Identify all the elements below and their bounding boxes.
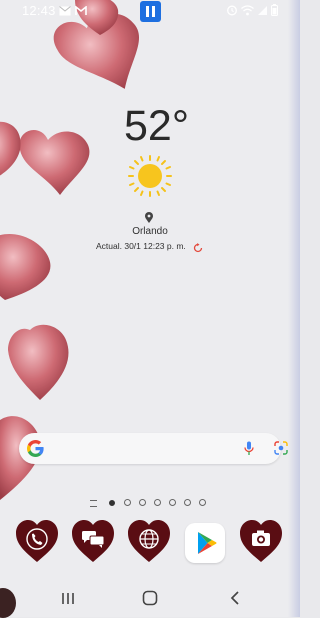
messages-icon[interactable] [72, 520, 114, 564]
page-list-icon[interactable] [90, 500, 97, 507]
google-lens-icon[interactable] [274, 441, 288, 460]
back-icon[interactable] [228, 590, 242, 611]
mail-icon [59, 4, 71, 19]
page-dot-active[interactable] [109, 500, 115, 506]
page-dot[interactable] [199, 499, 206, 506]
page-dot[interactable] [184, 499, 191, 506]
wifi-icon [241, 4, 254, 19]
battery-icon [271, 4, 278, 19]
app-dock [0, 520, 300, 570]
page-dot[interactable] [139, 499, 146, 506]
page-dot[interactable] [124, 499, 131, 506]
alarm-icon [226, 4, 238, 19]
status-bar: 12:43 [0, 0, 300, 22]
play-store-icon[interactable] [185, 523, 225, 563]
phone-icon[interactable] [16, 520, 58, 564]
home-icon[interactable] [142, 590, 158, 611]
signal-icon [257, 4, 268, 19]
sun-icon [127, 154, 173, 203]
page-dot[interactable] [154, 499, 161, 506]
weather-updated: Actual. 30/1 12:23 p. m. [96, 241, 186, 251]
gmail-icon [75, 4, 87, 19]
google-g-icon [27, 440, 44, 462]
globe-icon[interactable] [128, 520, 170, 564]
pause-badge-icon[interactable] [140, 1, 161, 22]
google-search-bar[interactable] [19, 433, 288, 464]
camera-icon[interactable] [240, 520, 282, 564]
recent-apps-icon[interactable] [60, 590, 76, 611]
page-dot[interactable] [169, 499, 176, 506]
refresh-icon[interactable] [193, 240, 203, 258]
page-indicator[interactable] [90, 499, 220, 507]
mic-icon[interactable] [244, 441, 254, 461]
temperature: 52° [124, 102, 190, 150]
navigation-bar [0, 580, 300, 617]
status-time: 12:43 [22, 3, 56, 18]
weather-city: Orlando [132, 226, 168, 237]
